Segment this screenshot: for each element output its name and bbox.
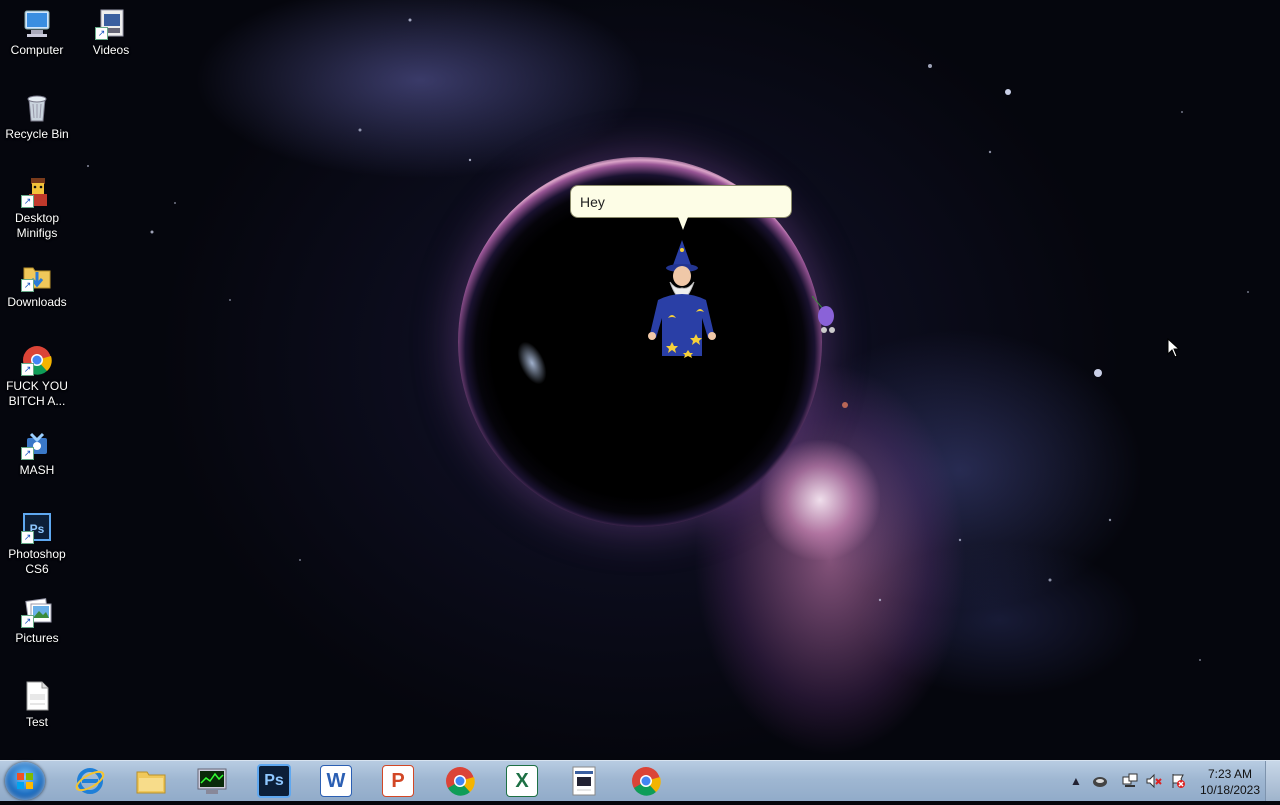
desktop-icon-pictures[interactable]: ↗ Pictures <box>0 596 74 646</box>
desktop-icon-recycle-bin[interactable]: Recycle Bin <box>0 92 74 142</box>
desktop-icon-label: MASH <box>19 463 55 477</box>
nebula-flare <box>760 440 880 560</box>
desktop-icon-label: Photoshop CS6 <box>8 547 66 576</box>
word-icon: W <box>320 765 352 797</box>
network-icon[interactable] <box>1122 773 1138 789</box>
downloads-folder-icon: ↗ <box>21 260 53 292</box>
minifig-icon: ↗ <box>21 176 53 208</box>
desktop-icon-label: Videos <box>92 43 130 57</box>
windows-logo-icon <box>17 773 33 789</box>
desktop-icon-label: FUCK YOU BITCH A... <box>6 379 68 408</box>
clock-time: 7:23 AM <box>1207 767 1253 781</box>
desktop-icon-videos[interactable]: ↗ Videos <box>74 8 148 58</box>
chrome-icon <box>632 767 661 796</box>
shortcut-arrow-icon: ↗ <box>21 279 34 292</box>
excel-icon: X <box>506 765 538 797</box>
desktop-icon-downloads[interactable]: ↗ Downloads <box>0 260 74 310</box>
volume-muted-icon[interactable] <box>1146 773 1162 789</box>
desktop-icon-photoshop[interactable]: Ps ↗ Photoshop CS6 <box>0 512 74 577</box>
window-app-icon <box>572 766 596 796</box>
desktop-icon-desktop-minifigs[interactable]: ↗ Desktop Minifigs <box>0 176 74 241</box>
shortcut-arrow-icon: ↗ <box>21 363 34 376</box>
taskbar-app-window[interactable] <box>556 763 612 799</box>
internet-explorer-icon <box>75 768 105 794</box>
powerpoint-icon: P <box>382 765 414 797</box>
desktop-icon-label: Computer <box>10 43 64 57</box>
pictures-folder-icon: ↗ <box>21 596 53 628</box>
system-clock[interactable]: 7:23 AM 10/18/2023 <box>1194 766 1266 798</box>
mash-icon: ↗ <box>21 428 53 460</box>
mouse-cursor <box>1167 338 1181 358</box>
videos-folder-icon: ↗ <box>95 8 127 40</box>
shortcut-arrow-icon: ↗ <box>21 195 34 208</box>
show-desktop-button[interactable] <box>1265 761 1280 801</box>
speech-bubble-text: Hey <box>580 194 605 210</box>
desktop-icon-mash[interactable]: ↗ MASH <box>0 428 74 478</box>
desktop-icon-label: Test <box>25 715 48 729</box>
wizard-character[interactable] <box>640 238 724 362</box>
taskbar-internet-explorer[interactable] <box>62 763 118 799</box>
taskbar-chrome[interactable] <box>432 763 488 799</box>
computer-icon <box>21 8 53 40</box>
photoshop-icon: Ps ↗ <box>21 512 53 544</box>
taskbar-task-manager[interactable] <box>184 763 240 799</box>
photoshop-icon: Ps <box>257 764 291 798</box>
desktop-icon-label: Pictures <box>15 631 59 645</box>
shortcut-arrow-icon: ↗ <box>95 27 108 40</box>
taskbar-excel[interactable]: X <box>494 763 550 799</box>
docx-file-icon <box>21 680 53 712</box>
desktop-icon-label: Recycle Bin <box>5 127 69 141</box>
desktop-icon-chrome-shortcut[interactable]: ↗ FUCK YOU BITCH A... <box>0 344 74 409</box>
taskbar-file-explorer[interactable] <box>123 763 179 799</box>
taskbar-word[interactable]: W <box>308 763 364 799</box>
show-hidden-icons-chevron-icon[interactable]: ▲ <box>1068 773 1084 789</box>
desktop-icon-label: Desktop Minifigs <box>14 211 60 240</box>
shortcut-arrow-icon: ↗ <box>21 531 34 544</box>
task-manager-icon <box>197 768 227 794</box>
desktop-icon-computer[interactable]: Computer <box>0 8 74 58</box>
action-center-flag-icon[interactable] <box>1170 773 1186 789</box>
taskbar: Ps W P X ▲ 7:23 AM 10/18/2023 <box>0 760 1280 801</box>
tray-app-icon[interactable] <box>1092 773 1108 789</box>
desktop-icon-label: Downloads <box>7 295 67 309</box>
taskbar-chrome-2[interactable] <box>618 763 674 799</box>
chrome-icon <box>446 767 475 796</box>
taskbar-powerpoint[interactable]: P <box>370 763 426 799</box>
desktop-wallpaper <box>0 0 1280 760</box>
speech-bubble[interactable]: Hey <box>570 185 792 218</box>
purple-creature <box>812 296 835 333</box>
start-button[interactable] <box>5 762 45 800</box>
taskbar-photoshop[interactable]: Ps <box>246 763 302 799</box>
folder-icon <box>136 771 166 794</box>
chrome-shortcut-icon: ↗ <box>21 344 53 376</box>
shortcut-arrow-icon: ↗ <box>21 615 34 628</box>
desktop-icon-test[interactable]: Test <box>0 680 74 730</box>
clock-date: 10/18/2023 <box>1199 783 1261 797</box>
speech-bubble-tail <box>678 217 688 230</box>
recycle-bin-icon <box>21 92 53 124</box>
shortcut-arrow-icon: ↗ <box>21 447 34 460</box>
